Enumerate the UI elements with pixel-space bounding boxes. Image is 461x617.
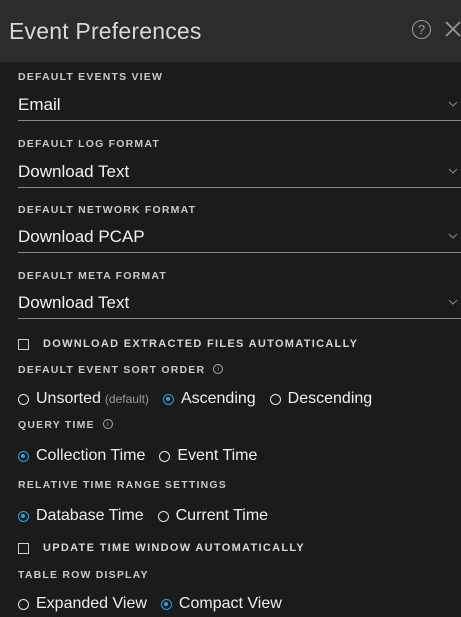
radio-database-time[interactable]: Database Time: [18, 507, 144, 525]
panel-title: Event Preferences: [9, 17, 202, 44]
download-extracted-row[interactable]: DOWNLOAD EXTRACTED FILES AUTOMATICALLY: [18, 338, 358, 350]
query-time-radio-group: Collection Time Event Time: [18, 447, 271, 465]
default-meta-format-select[interactable]: Download Text: [18, 288, 461, 319]
chevron-down-icon: [448, 168, 458, 174]
info-icon[interactable]: i: [213, 364, 224, 375]
relative-time-label: RELATIVE TIME RANGE SETTINGS: [18, 479, 227, 491]
radio-circle-selected[interactable]: [18, 450, 29, 462]
radio-label: Collection Time: [36, 447, 146, 464]
radio-circle[interactable]: [18, 393, 29, 405]
chevron-down-icon: [448, 299, 458, 305]
radio-label: Expanded View: [36, 595, 147, 612]
radio-circle-selected[interactable]: [18, 510, 29, 522]
chevron-down-icon: [448, 101, 458, 107]
radio-label: Ascending: [180, 390, 256, 407]
default-log-format-value: Download Text: [18, 162, 130, 181]
table-row-display-label: TABLE ROW DISPLAY: [18, 569, 149, 581]
radio-unsorted[interactable]: Unsorted (default): [18, 390, 149, 408]
radio-sublabel: (default): [104, 392, 149, 406]
default-events-view-select[interactable]: Email: [18, 90, 461, 121]
radio-circle[interactable]: [18, 598, 29, 610]
panel-header: Event Preferences ?: [0, 0, 461, 62]
update-window-label: UPDATE TIME WINDOW AUTOMATICALLY: [43, 542, 305, 554]
radio-circle[interactable]: [269, 393, 281, 405]
radio-label: Database Time: [36, 507, 144, 524]
radio-expanded-view[interactable]: Expanded View: [18, 595, 147, 613]
update-window-checkbox[interactable]: [18, 542, 29, 554]
default-network-format-select[interactable]: Download PCAP: [18, 222, 461, 253]
radio-circle[interactable]: [157, 510, 169, 522]
default-events-view-label: DEFAULT EVENTS VIEW: [18, 71, 164, 83]
radio-label: Event Time: [177, 447, 258, 464]
default-log-format-select[interactable]: Download Text: [18, 157, 461, 188]
radio-event-time[interactable]: Event Time: [159, 447, 257, 465]
radio-collection-time[interactable]: Collection Time: [18, 447, 145, 465]
radio-label: Compact View: [178, 595, 282, 612]
radio-label: Descending: [287, 390, 373, 407]
update-window-row[interactable]: UPDATE TIME WINDOW AUTOMATICALLY: [18, 542, 305, 554]
download-extracted-checkbox[interactable]: [18, 338, 29, 350]
query-time-heading: QUERY TIME i: [18, 419, 113, 431]
radio-label: Unsorted: [36, 390, 101, 407]
sort-order-heading: DEFAULT EVENT SORT ORDER i: [18, 364, 224, 376]
default-events-view-value: Email: [18, 95, 61, 114]
relative-time-radio-group: Database Time Current Time: [18, 507, 282, 525]
radio-label: Current Time: [175, 507, 269, 524]
query-time-label: QUERY TIME: [18, 419, 95, 431]
radio-circle-selected[interactable]: [162, 393, 174, 405]
radio-circle-selected[interactable]: [160, 598, 172, 610]
default-network-format-label: DEFAULT NETWORK FORMAT: [18, 204, 197, 216]
event-preferences-panel: Event Preferences ? DEFAULT EVENTS VIEW …: [0, 0, 461, 617]
default-meta-format-label: DEFAULT META FORMAT: [18, 270, 167, 282]
default-network-format-value: Download PCAP: [18, 227, 145, 246]
default-meta-format-value: Download Text: [18, 293, 130, 312]
table-row-display-radio-group: Expanded View Compact View: [18, 595, 296, 613]
default-log-format-label: DEFAULT LOG FORMAT: [18, 138, 160, 150]
info-icon[interactable]: i: [102, 419, 113, 430]
help-icon[interactable]: ?: [412, 20, 431, 39]
sort-order-radio-group: Unsorted (default) Ascending Descending: [18, 390, 386, 408]
chevron-down-icon: [448, 233, 458, 239]
radio-ascending[interactable]: Ascending: [162, 390, 256, 408]
sort-order-label: DEFAULT EVENT SORT ORDER: [18, 364, 206, 376]
download-extracted-label: DOWNLOAD EXTRACTED FILES AUTOMATICALLY: [43, 338, 359, 350]
radio-circle[interactable]: [159, 450, 171, 462]
radio-current-time[interactable]: Current Time: [157, 507, 269, 525]
radio-compact-view[interactable]: Compact View: [160, 595, 282, 613]
radio-descending[interactable]: Descending: [269, 390, 373, 408]
close-icon[interactable]: [442, 18, 461, 40]
